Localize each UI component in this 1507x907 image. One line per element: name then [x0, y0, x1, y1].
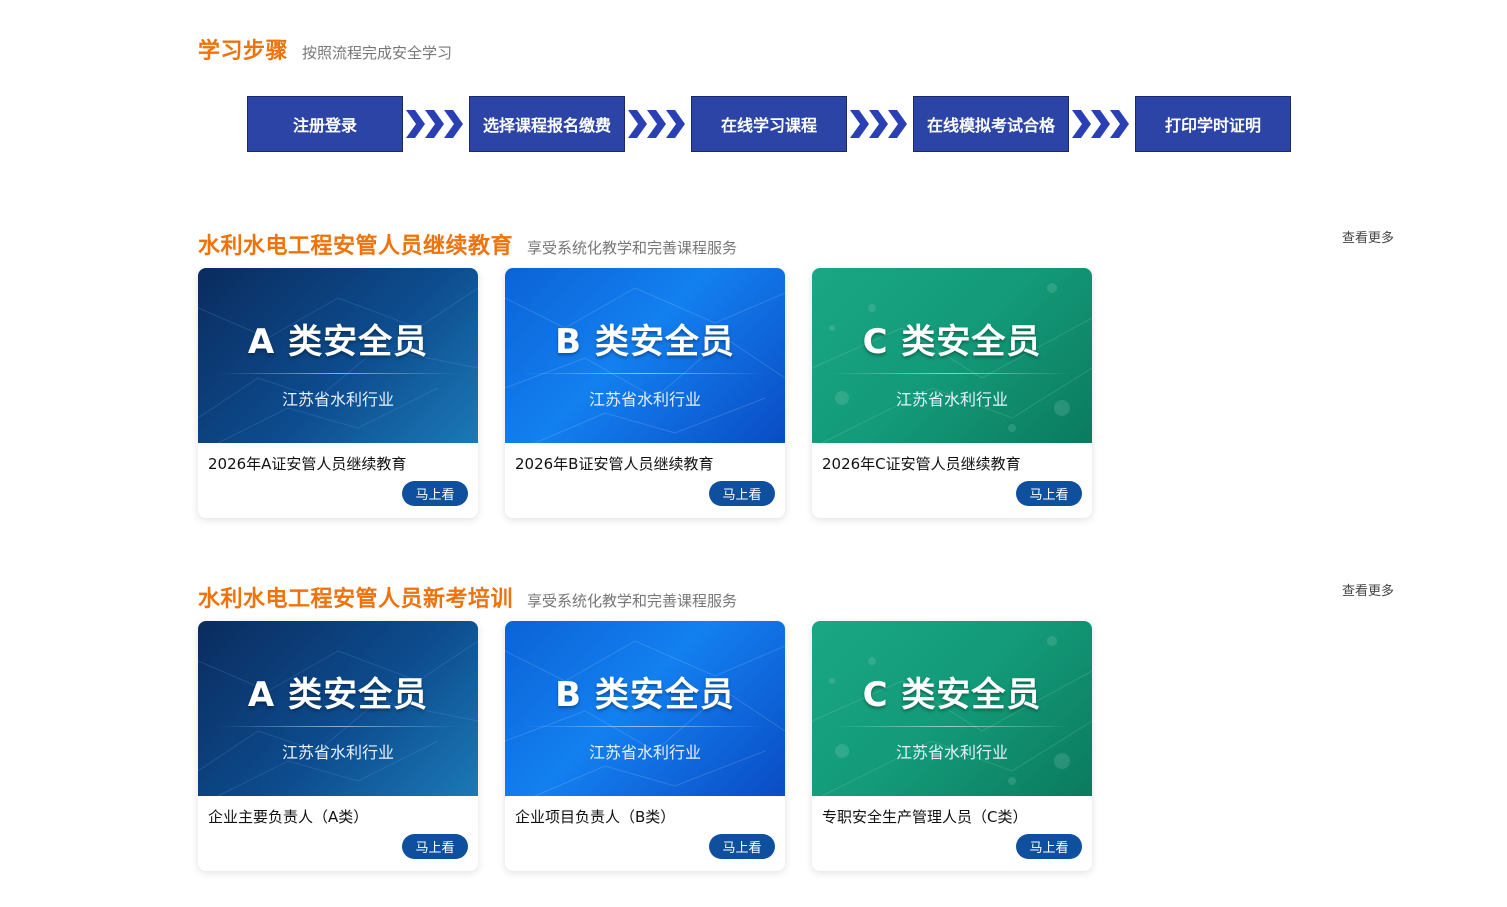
thumbnail-divider	[525, 373, 765, 374]
steps-subtitle: 按照流程完成安全学习	[302, 44, 453, 62]
step-online-study[interactable]: 在线学习课程	[691, 96, 847, 152]
course-thumbnail: C 类安全员 江苏省水利行业	[812, 621, 1092, 796]
thumbnail-subtitle: 江苏省水利行业	[281, 390, 394, 409]
course-card[interactable]: A 类安全员 江苏省水利行业 2026年A证安管人员继续教育 马上看	[198, 268, 478, 518]
thumbnail-divider	[218, 373, 458, 374]
view-more-link[interactable]: 查看更多	[1342, 580, 1394, 599]
course-thumbnail: A 类安全员 江苏省水利行业	[198, 268, 478, 443]
course-title: 2026年B证安管人员继续教育	[515, 455, 714, 473]
watch-now-button[interactable]: 马上看	[709, 481, 775, 506]
view-more-link[interactable]: 查看更多	[1342, 227, 1394, 246]
course-thumbnail: C 类安全员 江苏省水利行业	[812, 268, 1092, 443]
course-title: 专职安全生产管理人员（C类）	[822, 808, 1028, 826]
course-title: 企业主要负责人（A类）	[208, 808, 369, 826]
thumbnail-title: A 类安全员	[247, 675, 429, 715]
thumbnail-title: C 类安全员	[862, 675, 1042, 715]
section-title: 水利水电工程安管人员继续教育	[198, 234, 514, 259]
course-card-row: A 类安全员 江苏省水利行业 企业主要负责人（A类） 马上看 B 类安全员 江苏…	[198, 621, 1092, 871]
course-thumbnail: B 类安全员 江苏省水利行业	[505, 621, 785, 796]
course-card[interactable]: C 类安全员 江苏省水利行业 2026年C证安管人员继续教育 马上看	[812, 268, 1092, 518]
step-print-certificate[interactable]: 打印学时证明	[1135, 96, 1291, 152]
watch-now-button[interactable]: 马上看	[1016, 834, 1082, 859]
section-heading-new-exam: 水利水电工程安管人员新考培训 享受系统化教学和完善课程服务	[198, 581, 737, 613]
steps-title: 学习步骤	[198, 39, 289, 64]
watch-now-button[interactable]: 马上看	[709, 834, 775, 859]
course-card-row: A 类安全员 江苏省水利行业 2026年A证安管人员继续教育 马上看 B 类安全…	[198, 268, 1092, 518]
thumbnail-subtitle: 江苏省水利行业	[588, 390, 701, 409]
triple-chevron-right-icon	[847, 96, 913, 152]
thumbnail-title: A 类安全员	[247, 322, 429, 362]
page: 学习步骤 按照流程完成安全学习 注册登录 选择课程报名缴费 在线学习课程 在线模…	[0, 0, 1507, 907]
thumbnail-divider	[832, 373, 1072, 374]
course-thumbnail: A 类安全员 江苏省水利行业	[198, 621, 478, 796]
thumbnail-divider	[832, 726, 1072, 727]
course-card[interactable]: A 类安全员 江苏省水利行业 企业主要负责人（A类） 马上看	[198, 621, 478, 871]
step-mock-exam[interactable]: 在线模拟考试合格	[913, 96, 1069, 152]
thumbnail-subtitle: 江苏省水利行业	[588, 743, 701, 762]
watch-now-button[interactable]: 马上看	[402, 834, 468, 859]
watch-now-button[interactable]: 马上看	[1016, 481, 1082, 506]
thumbnail-subtitle: 江苏省水利行业	[895, 390, 1008, 409]
section-heading-continuing: 水利水电工程安管人员继续教育 享受系统化教学和完善课程服务	[198, 228, 737, 260]
thumbnail-subtitle: 江苏省水利行业	[895, 743, 1008, 762]
step-enroll-pay[interactable]: 选择课程报名缴费	[469, 96, 625, 152]
triple-chevron-right-icon	[1069, 96, 1135, 152]
course-card[interactable]: C 类安全员 江苏省水利行业 专职安全生产管理人员（C类） 马上看	[812, 621, 1092, 871]
triple-chevron-right-icon	[625, 96, 691, 152]
thumbnail-title: B 类安全员	[555, 322, 735, 362]
thumbnail-divider	[525, 726, 765, 727]
course-title: 企业项目负责人（B类）	[515, 808, 676, 826]
thumbnail-subtitle: 江苏省水利行业	[281, 743, 394, 762]
thumbnail-title: B 类安全员	[555, 675, 735, 715]
watch-now-button[interactable]: 马上看	[402, 481, 468, 506]
course-card[interactable]: B 类安全员 江苏省水利行业 企业项目负责人（B类） 马上看	[505, 621, 785, 871]
section-subtitle: 享受系统化教学和完善课程服务	[527, 592, 738, 610]
course-title: 2026年C证安管人员继续教育	[822, 455, 1021, 473]
course-card[interactable]: B 类安全员 江苏省水利行业 2026年B证安管人员继续教育 马上看	[505, 268, 785, 518]
course-thumbnail: B 类安全员 江苏省水利行业	[505, 268, 785, 443]
thumbnail-divider	[218, 726, 458, 727]
steps-flow: 注册登录 选择课程报名缴费 在线学习课程 在线模拟考试合格 打印学时证明	[247, 96, 1291, 152]
steps-heading: 学习步骤 按照流程完成安全学习	[198, 33, 452, 65]
section-title: 水利水电工程安管人员新考培训	[198, 587, 514, 612]
course-title: 2026年A证安管人员继续教育	[208, 455, 407, 473]
triple-chevron-right-icon	[403, 96, 469, 152]
thumbnail-title: C 类安全员	[862, 322, 1042, 362]
step-register[interactable]: 注册登录	[247, 96, 403, 152]
section-subtitle: 享受系统化教学和完善课程服务	[527, 239, 738, 257]
